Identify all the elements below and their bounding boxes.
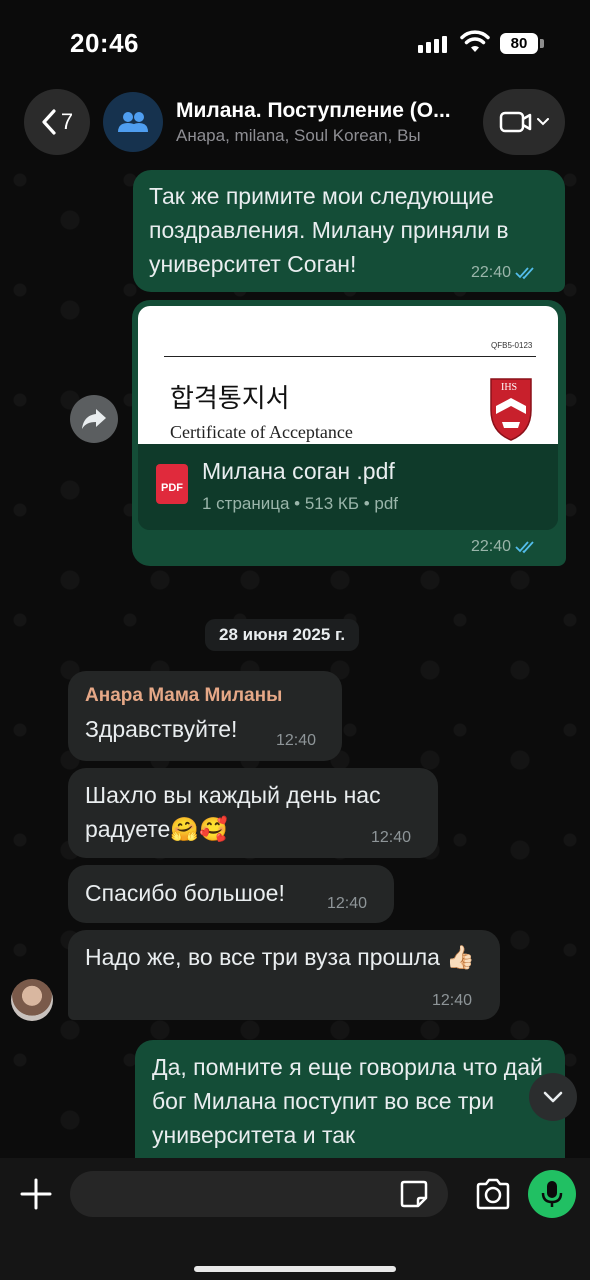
- people-icon: [118, 112, 148, 132]
- message-text: Да, помните я еще говорила что дай бог М…: [152, 1054, 543, 1148]
- message-bubble-incoming[interactable]: Надо же, во все три вуза прошла 👍🏻 12:40: [68, 930, 500, 1020]
- document-file-details: 1 страница • 513 КБ • pdf: [202, 494, 399, 513]
- message-time: 12:40: [327, 895, 368, 912]
- message-time: 12:40: [432, 992, 473, 1009]
- document-preview: QFB5-0123 합격통지서 Certificate of Acceptanc…: [138, 306, 558, 444]
- chevron-down-icon: [537, 118, 549, 126]
- voice-message-button[interactable]: [528, 1170, 576, 1218]
- attach-button[interactable]: [18, 1176, 54, 1212]
- group-avatar[interactable]: [103, 92, 163, 152]
- message-time: 12:40: [371, 829, 412, 846]
- status-time: 20:46: [70, 28, 139, 58]
- signal-icon: [418, 36, 447, 53]
- message-text: Здравствуйте!: [85, 716, 238, 742]
- date-divider: 28 июня 2025 г.: [205, 619, 360, 651]
- message-bubble-incoming[interactable]: Шахло вы каждый день нас радуете🤗🥰 12:40: [68, 768, 438, 858]
- message-bubble-outgoing[interactable]: Так же примите мои следующие поздравлени…: [133, 170, 565, 292]
- document-code: QFB5-0123: [491, 341, 533, 350]
- message-time: 22:40: [471, 264, 512, 281]
- message-bubble-incoming[interactable]: Анара Мама Миланы Здравствуйте! 12:40: [68, 671, 342, 761]
- sticker-icon[interactable]: [398, 1178, 430, 1210]
- message-bubble-outgoing[interactable]: Да, помните я еще говорила что дай бог М…: [135, 1040, 565, 1158]
- battery-indicator: 80: [500, 33, 538, 54]
- chevron-down-icon: [543, 1091, 563, 1103]
- plus-icon: [20, 1178, 52, 1210]
- double-check-icon: [515, 541, 534, 554]
- video-call-button[interactable]: [483, 89, 565, 155]
- message-bubble-document[interactable]: QFB5-0123 합격통지서 Certificate of Acceptanc…: [132, 300, 566, 566]
- chevron-left-icon: [42, 109, 56, 135]
- camera-icon[interactable]: [474, 1176, 512, 1212]
- crest-text: IHS: [501, 382, 518, 393]
- document-english-title: Certificate of Acceptance: [170, 422, 353, 442]
- unread-count: 7: [60, 109, 74, 134]
- member-avatar[interactable]: [11, 979, 53, 1021]
- message-bubble-incoming[interactable]: Спасибо большое! 12:40: [68, 865, 394, 923]
- message-meta: 22:40: [471, 264, 537, 282]
- chat-header: 7 Милана. Поступление (О... Анара, milan…: [0, 85, 590, 160]
- document-file-name: Милана соган .pdf: [202, 458, 395, 484]
- home-indicator: [194, 1266, 396, 1272]
- message-text: Спасибо большое!: [85, 880, 285, 906]
- message-text: Шахло вы каждый день нас радуете🤗🥰: [85, 782, 381, 842]
- document-rule: [164, 356, 536, 357]
- forward-arrow-icon: [82, 409, 106, 429]
- message-input-bar: [0, 1158, 590, 1280]
- forward-button[interactable]: [70, 395, 118, 443]
- message-meta: 22:40: [471, 538, 537, 556]
- document-korean-title: 합격통지서: [170, 384, 290, 414]
- sender-name[interactable]: Анара Мама Миланы: [85, 685, 282, 707]
- wifi-icon: [460, 30, 490, 52]
- double-check-icon: [515, 267, 534, 280]
- chat-title[interactable]: Милана. Поступление (О...: [176, 99, 466, 123]
- pdf-file-icon: PDF: [156, 464, 188, 504]
- video-camera-icon: [499, 111, 532, 133]
- message-text: Надо же, во все три вуза прошла 👍🏻: [85, 944, 475, 970]
- microphone-icon: [541, 1181, 563, 1207]
- chat-participants[interactable]: Анара, milana, Soul Korean, Вы: [176, 126, 466, 146]
- message-input[interactable]: [70, 1171, 448, 1217]
- scroll-to-bottom-button[interactable]: [529, 1073, 577, 1121]
- document-card[interactable]: QFB5-0123 합격통지서 Certificate of Acceptanc…: [138, 306, 558, 530]
- back-button[interactable]: 7: [24, 89, 90, 155]
- battery-tip: [540, 39, 544, 48]
- message-time: 22:40: [471, 538, 512, 555]
- pdf-badge-label: PDF: [161, 482, 183, 494]
- document-info: PDF Милана соган .pdf 1 страница • 513 К…: [138, 444, 558, 530]
- status-bar: 20:46 80: [0, 0, 590, 85]
- message-time: 12:40: [276, 732, 317, 749]
